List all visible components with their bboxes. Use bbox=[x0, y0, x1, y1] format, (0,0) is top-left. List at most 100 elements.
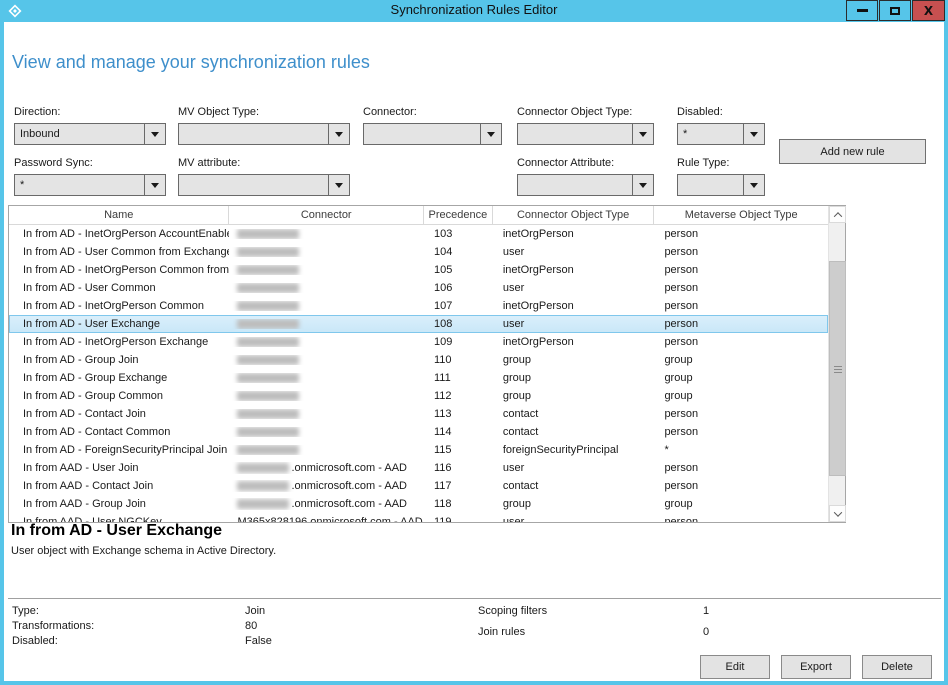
filter-dropdown-mv-attribute[interactable] bbox=[178, 174, 350, 196]
cell-name: In from AD - Group Join bbox=[9, 354, 229, 366]
filter-mv-attribute: MV attribute: bbox=[178, 157, 350, 196]
cell-connector-object-type: foreignSecurityPrincipal bbox=[493, 444, 655, 456]
cell-metaverse-object-type: * bbox=[654, 444, 828, 456]
scrollbar-thumb[interactable] bbox=[829, 261, 846, 476]
add-new-rule-button[interactable]: Add new rule bbox=[779, 139, 926, 164]
cell-connector bbox=[229, 355, 424, 365]
filter-label-password-sync: Password Sync: bbox=[14, 157, 166, 169]
close-button[interactable]: X bbox=[912, 0, 945, 21]
dropdown-arrow-button[interactable] bbox=[743, 175, 764, 195]
filter-connector-object-type: Connector Object Type: bbox=[517, 106, 654, 145]
filter-dropdown-mv-object-type[interactable] bbox=[178, 123, 350, 145]
cell-metaverse-object-type: group bbox=[654, 498, 828, 510]
table-row[interactable]: In from AAD - Group Join.onmicrosoft.com… bbox=[9, 495, 828, 513]
chevron-down-icon bbox=[151, 132, 159, 137]
window-title: Synchronization Rules Editor bbox=[0, 2, 948, 17]
table-row[interactable]: In from AD - InetOrgPerson Exchange109in… bbox=[9, 333, 828, 351]
filter-dropdown-password-sync[interactable]: * bbox=[14, 174, 166, 196]
redacted-connector-blur bbox=[237, 481, 289, 491]
table-scrollbar[interactable] bbox=[828, 206, 845, 522]
table-row[interactable]: In from AD - InetOrgPerson Common107inet… bbox=[9, 297, 828, 315]
dropdown-arrow-button[interactable] bbox=[328, 124, 349, 144]
column-header-name[interactable]: Name bbox=[9, 206, 229, 224]
detail-field-label: Scoping filters bbox=[478, 605, 547, 617]
connector-cell-text: .onmicrosoft.com - AAD bbox=[291, 462, 407, 474]
edit-button[interactable]: Edit bbox=[700, 655, 770, 679]
table-row[interactable]: In from AD - InetOrgPerson Common from E… bbox=[9, 261, 828, 279]
dropdown-arrow-button[interactable] bbox=[480, 124, 501, 144]
table-row[interactable]: In from AD - InetOrgPerson AccountEnable… bbox=[9, 225, 828, 243]
table-row[interactable]: In from AD - Contact Common114contactper… bbox=[9, 423, 828, 441]
column-header-mot[interactable]: Metaverse Object Type bbox=[654, 206, 828, 224]
filter-direction: Direction:Inbound bbox=[14, 106, 166, 145]
cell-precedence: 111 bbox=[424, 372, 493, 384]
cell-metaverse-object-type: person bbox=[654, 426, 828, 438]
table-row[interactable]: In from AAD - User NGCKeyM365x828196.onm… bbox=[9, 513, 828, 522]
filter-disabled: Disabled:* bbox=[677, 106, 765, 145]
detail-field-label: Type: bbox=[12, 605, 39, 617]
column-header-precedence[interactable]: Precedence bbox=[424, 206, 493, 224]
minimize-button[interactable] bbox=[846, 0, 878, 21]
dropdown-arrow-button[interactable] bbox=[144, 124, 165, 144]
cell-metaverse-object-type: group bbox=[654, 372, 828, 384]
scroll-down-button[interactable] bbox=[829, 505, 846, 522]
cell-metaverse-object-type: group bbox=[654, 390, 828, 402]
filter-value-direction: Inbound bbox=[15, 124, 144, 144]
filter-dropdown-disabled[interactable]: * bbox=[677, 123, 765, 145]
dropdown-arrow-button[interactable] bbox=[632, 175, 653, 195]
table-header-row: NameConnectorPrecedenceConnector Object … bbox=[9, 206, 828, 225]
connector-cell-text: M365x828196.onmicrosoft.com - AAD bbox=[237, 516, 422, 522]
redacted-connector-blur bbox=[237, 355, 299, 365]
filter-mv-object-type: MV Object Type: bbox=[178, 106, 350, 145]
cell-connector-object-type: group bbox=[493, 498, 655, 510]
titlebar[interactable]: Synchronization Rules Editor X bbox=[0, 0, 948, 22]
chevron-up-icon bbox=[833, 212, 841, 220]
table-row[interactable]: In from AD - User Common from Exchange10… bbox=[9, 243, 828, 261]
dropdown-arrow-button[interactable] bbox=[632, 124, 653, 144]
cell-name: In from AAD - User Join bbox=[9, 462, 229, 474]
close-icon: X bbox=[924, 4, 933, 18]
cell-name: In from AAD - Group Join bbox=[9, 498, 229, 510]
dropdown-arrow-button[interactable] bbox=[328, 175, 349, 195]
table-row[interactable]: In from AAD - Contact Join.onmicrosoft.c… bbox=[9, 477, 828, 495]
cell-precedence: 115 bbox=[424, 444, 493, 456]
column-header-cot[interactable]: Connector Object Type bbox=[493, 206, 655, 224]
cell-connector bbox=[229, 409, 424, 419]
cell-connector-object-type: user bbox=[493, 462, 655, 474]
cell-name: In from AD - Group Exchange bbox=[9, 372, 229, 384]
table-row[interactable]: In from AD - Group Common112groupgroup bbox=[9, 387, 828, 405]
column-header-connector[interactable]: Connector bbox=[229, 206, 424, 224]
redacted-connector-blur bbox=[237, 337, 299, 347]
main-content: View and manage your synchronization rul… bbox=[4, 22, 944, 681]
delete-button[interactable]: Delete bbox=[862, 655, 932, 679]
dropdown-arrow-button[interactable] bbox=[144, 175, 165, 195]
filter-dropdown-direction[interactable]: Inbound bbox=[14, 123, 166, 145]
table-row[interactable]: In from AD - User Common106userperson bbox=[9, 279, 828, 297]
table-row[interactable]: In from AD - Group Exchange111groupgroup bbox=[9, 369, 828, 387]
detail-field-value: 1 bbox=[703, 605, 709, 617]
maximize-icon bbox=[890, 7, 900, 15]
chevron-down-icon bbox=[487, 132, 495, 137]
filter-label-connector-attribute: Connector Attribute: bbox=[517, 157, 654, 169]
dropdown-arrow-button[interactable] bbox=[743, 124, 764, 144]
redacted-connector-blur bbox=[237, 247, 299, 257]
filter-value-mv-object-type bbox=[179, 124, 328, 144]
maximize-button[interactable] bbox=[879, 0, 911, 21]
filter-dropdown-connector[interactable] bbox=[363, 123, 502, 145]
table-row[interactable]: In from AD - Contact Join113contactperso… bbox=[9, 405, 828, 423]
cell-connector: M365x828196.onmicrosoft.com - AAD bbox=[229, 516, 424, 522]
filter-dropdown-rule-type[interactable] bbox=[677, 174, 765, 196]
table-row[interactable]: In from AD - ForeignSecurityPrincipal Jo… bbox=[9, 441, 828, 459]
table-row[interactable]: In from AAD - User Join .onmicrosoft.com … bbox=[9, 459, 828, 477]
cell-metaverse-object-type: person bbox=[654, 480, 828, 492]
cell-connector-object-type: user bbox=[493, 318, 655, 330]
filter-dropdown-connector-attribute[interactable] bbox=[517, 174, 654, 196]
detail-separator bbox=[8, 598, 941, 599]
scroll-up-button[interactable] bbox=[829, 206, 846, 223]
cell-connector-object-type: inetOrgPerson bbox=[493, 336, 655, 348]
table-row[interactable]: In from AD - Group Join110groupgroup bbox=[9, 351, 828, 369]
filter-dropdown-connector-object-type[interactable] bbox=[517, 123, 654, 145]
table-row[interactable]: In from AD - User Exchange108userperson bbox=[9, 315, 828, 333]
cell-connector bbox=[229, 427, 424, 437]
export-button[interactable]: Export bbox=[781, 655, 851, 679]
